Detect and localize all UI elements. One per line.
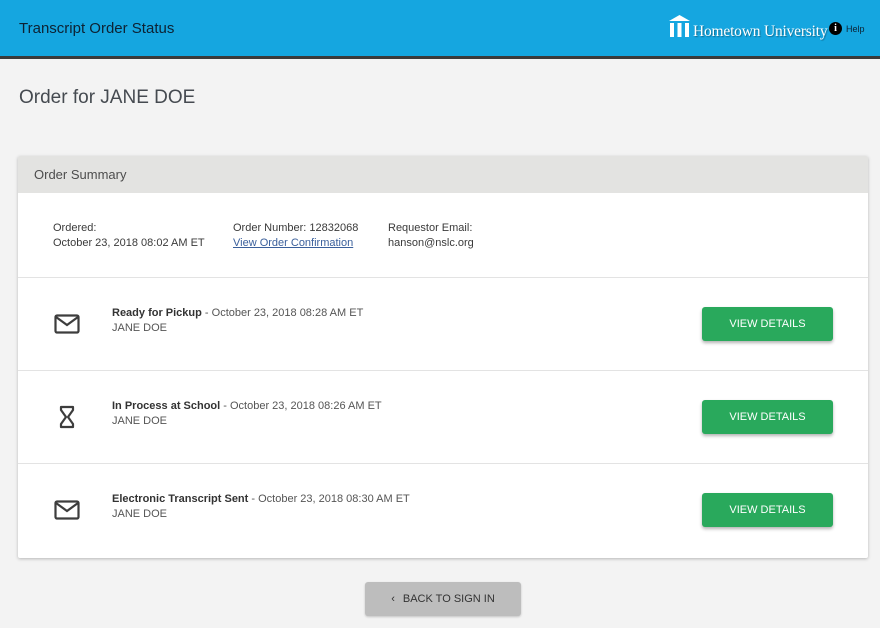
chevron-left-icon: ‹ (391, 593, 395, 605)
order-summary-card: Order Summary Ordered: October 23, 2018 … (18, 156, 868, 558)
requestor-email-info: Requestor Email: hanson@nslc.org (388, 221, 474, 251)
status-label: In Process at School (112, 400, 221, 412)
hourglass-icon (59, 405, 75, 434)
back-to-sign-in-button[interactable]: ‹ BACK TO SIGN IN (365, 582, 521, 616)
order-summary-heading: Order Summary (18, 156, 868, 193)
status-timestamp: - October 23, 2018 08:30 AM ET (248, 493, 410, 505)
status-row: Ready for Pickup - October 23, 2018 08:2… (18, 278, 868, 371)
order-details: Ordered: October 23, 2018 08:02 AM ET Or… (18, 193, 868, 278)
university-logo[interactable]: Hometown University (669, 15, 828, 40)
ordered-info: Ordered: October 23, 2018 08:02 AM ET (53, 221, 205, 251)
view-details-button[interactable]: VIEW DETAILS (702, 400, 833, 434)
brand-name: Hometown University (693, 22, 828, 40)
view-order-confirmation-link[interactable]: View Order Confirmation (233, 237, 353, 249)
status-text: In Process at School - October 23, 2018 … (112, 399, 382, 429)
status-text: Electronic Transcript Sent - October 23,… (112, 492, 410, 522)
help-label: Help (846, 23, 865, 34)
envelope-icon (54, 500, 80, 525)
status-label: Electronic Transcript Sent (112, 493, 249, 505)
building-columns-icon (669, 15, 690, 37)
requestor-email-value: hanson@nslc.org (388, 237, 474, 249)
info-icon: i (829, 22, 842, 35)
requestor-email-label: Requestor Email: (388, 222, 473, 234)
top-bar: Transcript Order Status Hometown Univers… (0, 0, 880, 59)
envelope-icon (54, 314, 80, 339)
help-link[interactable]: i Help (829, 22, 865, 35)
status-text: Ready for Pickup - October 23, 2018 08:2… (112, 306, 363, 336)
status-row: Electronic Transcript Sent - October 23,… (18, 464, 868, 557)
status-recipient: JANE DOE (112, 322, 168, 334)
order-number-info: Order Number: 12832068 View Order Confir… (233, 221, 358, 251)
status-recipient: JANE DOE (112, 508, 168, 520)
ordered-label: Ordered: (53, 222, 97, 234)
view-details-button[interactable]: VIEW DETAILS (702, 307, 833, 341)
app-title: Transcript Order Status (19, 20, 175, 37)
back-to-sign-in-label: BACK TO SIGN IN (402, 593, 495, 605)
view-details-button[interactable]: VIEW DETAILS (702, 493, 833, 527)
order-number: Order Number: 12832068 (233, 222, 359, 234)
page-title: Order for JANE DOE (19, 87, 196, 108)
status-timestamp: - October 23, 2018 08:28 AM ET (201, 307, 364, 319)
status-timestamp: - October 23, 2018 08:26 AM ET (220, 400, 382, 412)
status-recipient: JANE DOE (112, 415, 168, 427)
status-label: Ready for Pickup (112, 307, 202, 319)
status-row: In Process at School - October 23, 2018 … (18, 371, 868, 464)
ordered-value: October 23, 2018 08:02 AM ET (53, 237, 205, 249)
